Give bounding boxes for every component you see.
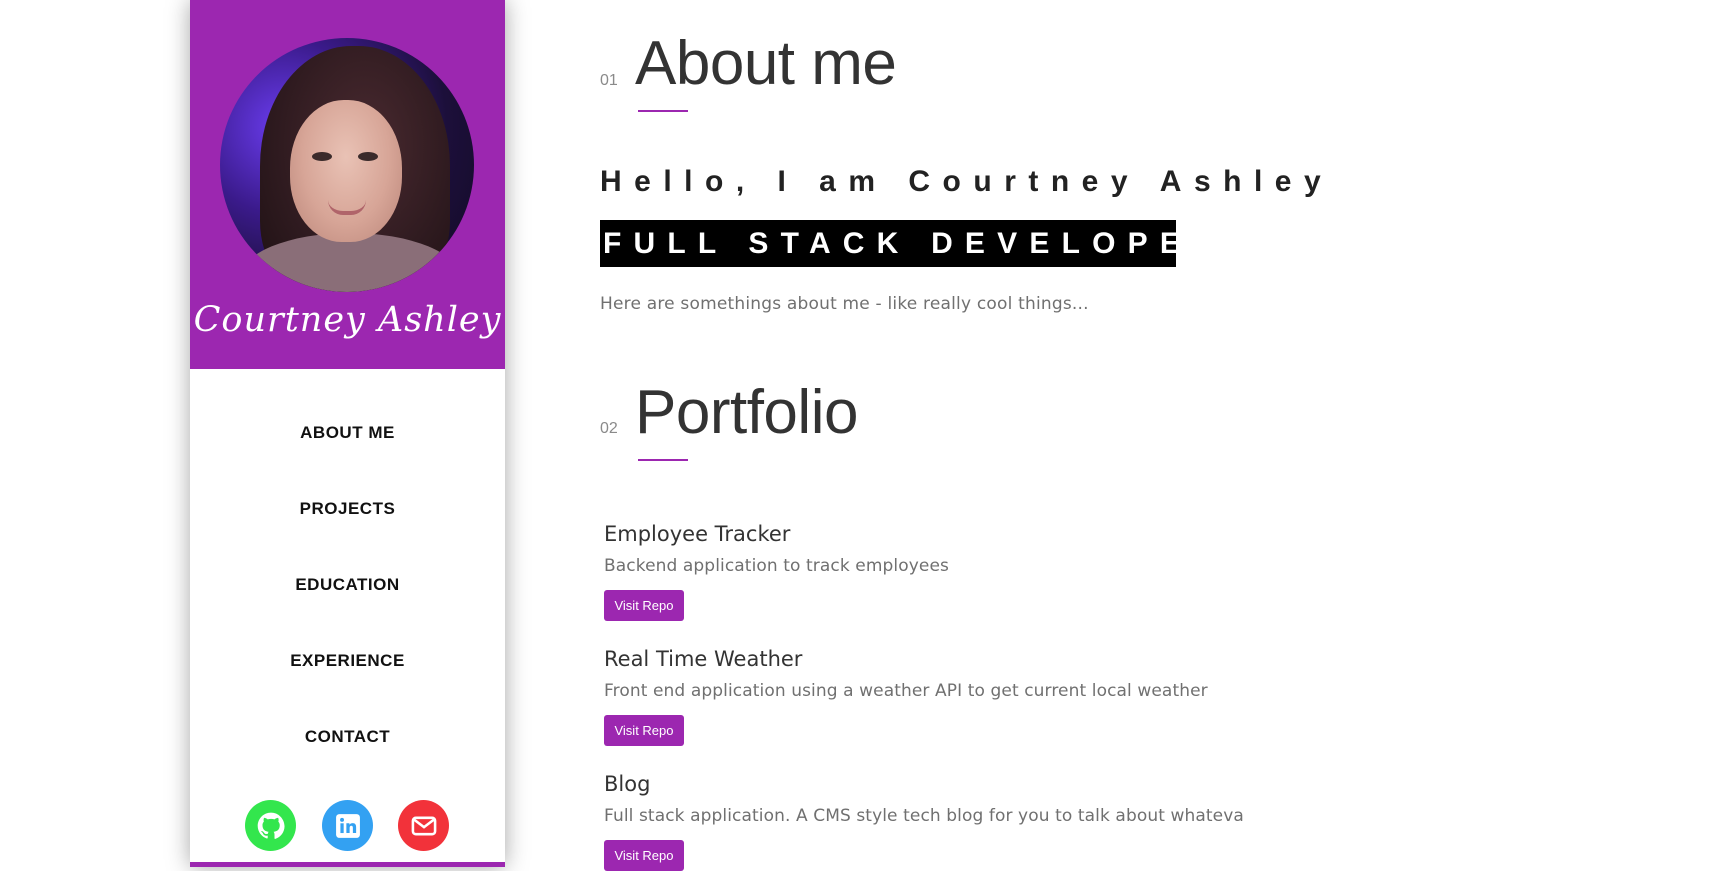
avatar-eye-right	[358, 152, 378, 161]
visit-repo-button[interactable]: Visit Repo	[604, 590, 684, 621]
portfolio-section-number: 02	[600, 420, 618, 437]
project-description: Front end application using a weather AP…	[604, 681, 1208, 701]
sidebar-header: Courtney Ashley	[190, 0, 505, 369]
sidebar-nav: ABOUT ME PROJECTS EDUCATION EXPERIENCE C…	[190, 395, 505, 775]
avatar-eye-left	[312, 152, 332, 161]
visit-repo-button[interactable]: Visit Repo	[604, 840, 684, 871]
portfolio-title-underline	[638, 459, 688, 461]
project-title: Real Time Weather	[604, 647, 803, 671]
linkedin-icon	[335, 813, 360, 838]
about-intro: Here are somethings about me - like real…	[600, 294, 1089, 314]
nav-about-me[interactable]: ABOUT ME	[190, 395, 505, 471]
email-icon	[411, 816, 436, 835]
about-section-number: 01	[600, 72, 618, 89]
nav-projects[interactable]: PROJECTS	[190, 471, 505, 547]
avatar-mouth	[328, 200, 366, 215]
project-description: Backend application to track employees	[604, 556, 949, 576]
project-title: Employee Tracker	[604, 522, 791, 546]
github-link[interactable]	[245, 800, 296, 851]
avatar-face	[290, 100, 402, 242]
role-banner: FULL STACK DEVELOPER	[600, 220, 1176, 267]
github-icon	[257, 812, 285, 839]
visit-repo-button[interactable]: Visit Repo	[604, 715, 684, 746]
social-links	[190, 800, 505, 852]
linkedin-link[interactable]	[322, 800, 373, 851]
name-signature: Courtney Ashley	[193, 300, 502, 340]
nav-experience[interactable]: EXPERIENCE	[190, 623, 505, 699]
sidebar: Courtney Ashley ABOUT ME PROJECTS EDUCAT…	[190, 0, 505, 867]
hello-heading: Hello, I am Courtney Ashley	[600, 165, 1334, 198]
portfolio-section-title: Portfolio	[635, 378, 858, 447]
avatar	[220, 38, 474, 292]
about-title-underline	[638, 110, 688, 112]
email-link[interactable]	[398, 800, 449, 851]
project-title: Blog	[604, 772, 651, 796]
sidebar-footer-bar	[190, 862, 505, 867]
nav-education[interactable]: EDUCATION	[190, 547, 505, 623]
project-description: Full stack application. A CMS style tech…	[604, 806, 1244, 826]
nav-contact[interactable]: CONTACT	[190, 699, 505, 775]
about-section-title: About me	[635, 29, 897, 98]
